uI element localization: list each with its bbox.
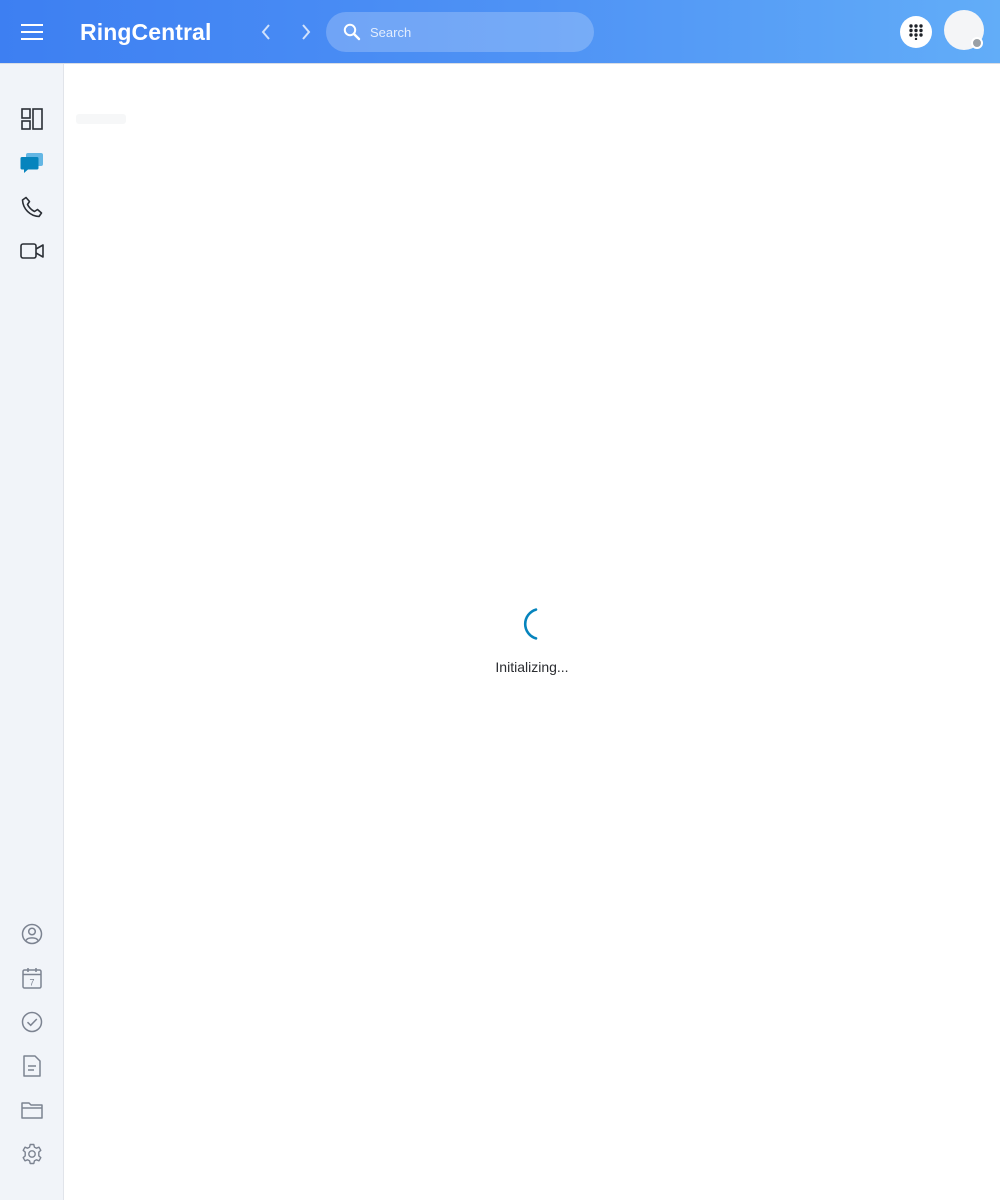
loading-status-text: Initializing...: [495, 659, 569, 675]
hamburger-menu-icon: [21, 24, 43, 40]
loading-spinner-icon: [523, 608, 538, 640]
back-button[interactable]: [250, 16, 282, 48]
sidebar-item-dashboard[interactable]: [16, 103, 48, 135]
loading-placeholder: [76, 114, 126, 124]
calendar-day: 7: [29, 978, 34, 988]
sidebar-item-video[interactable]: [16, 235, 48, 267]
search-box[interactable]: [326, 12, 594, 52]
sidebar-item-tasks[interactable]: [16, 1006, 48, 1038]
chevron-right-icon: [302, 24, 311, 40]
sidebar-item-contacts[interactable]: [16, 918, 48, 950]
forward-button[interactable]: [290, 16, 322, 48]
sidebar-item-calendar[interactable]: 7: [16, 962, 48, 994]
dialpad-button[interactable]: [900, 16, 932, 48]
top-bar: RingCentral: [0, 0, 1000, 64]
presence-indicator: [971, 37, 983, 49]
sidebar-item-settings[interactable]: [16, 1138, 48, 1170]
main-content: Initializing...: [64, 64, 1000, 1200]
contacts-icon: [21, 923, 43, 945]
sidebar-item-notes[interactable]: [16, 1050, 48, 1082]
sidebar-item-phone[interactable]: [16, 191, 48, 223]
message-icon: [20, 153, 43, 173]
calendar-icon: 7: [22, 968, 42, 989]
tasks-icon: [21, 1011, 43, 1033]
dialpad-icon: [909, 24, 923, 40]
sidebar-item-messages[interactable]: [16, 147, 48, 179]
dashboard-icon: [21, 108, 43, 130]
chevron-left-icon: [261, 24, 270, 40]
video-icon: [20, 243, 44, 259]
sidebar-item-files[interactable]: [16, 1094, 48, 1126]
left-nav: 7: [0, 64, 64, 1200]
folder-icon: [21, 1102, 43, 1119]
search-icon: [342, 22, 362, 42]
notes-icon: [23, 1055, 41, 1077]
menu-button[interactable]: [12, 12, 52, 52]
settings-icon: [22, 1143, 42, 1165]
phone-icon: [21, 196, 43, 218]
search-input[interactable]: [370, 20, 580, 44]
app-logo: RingCentral: [80, 19, 212, 45]
